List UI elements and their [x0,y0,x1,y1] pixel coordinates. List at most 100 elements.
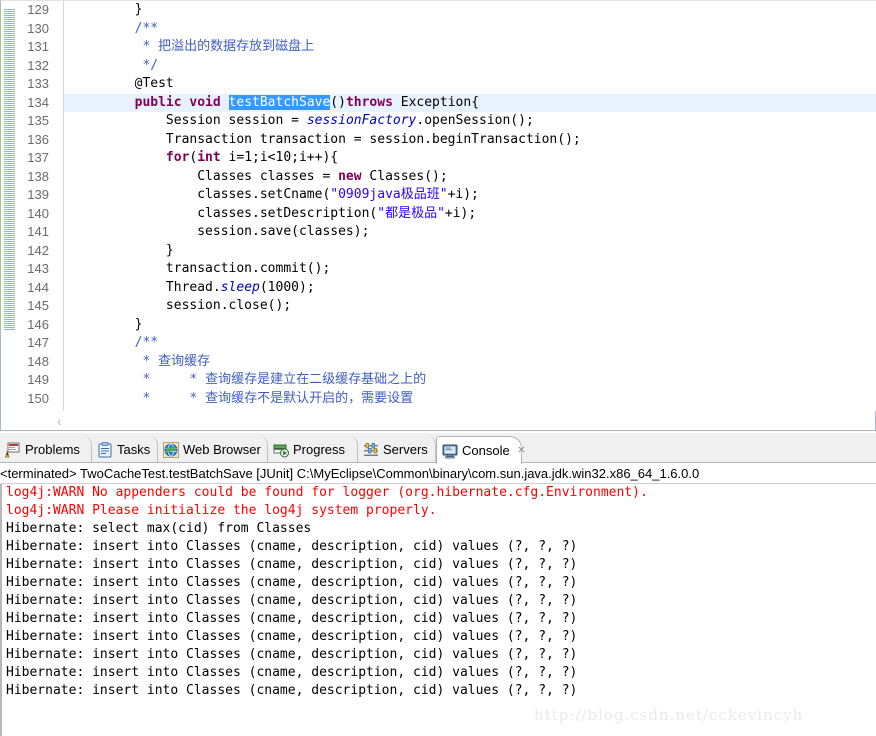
code-token-plain: i=1;i<10;i++){ [220,150,339,165]
code-token-plain: Classes classes = [72,168,339,184]
console-line: Hibernate: insert into Classes (cname, d… [6,683,578,698]
line-number: 141 [27,224,49,239]
code-line[interactable]: } [64,1,876,20]
tab-web-browser[interactable]: Web Browser [158,436,268,463]
code-line[interactable]: */ [64,57,876,76]
code-token-plain: } [72,242,174,258]
code-line[interactable]: public void testBatchSave()throws Except… [64,93,876,112]
code-line[interactable]: * * 查询缓存不是默认开启的，需要设置 [64,390,876,409]
code-token-plain: +i); [444,205,477,221]
code-token-cmt: * [72,353,159,369]
code-token-plain: classes.setDescription( [72,205,378,221]
web-browser-icon [163,441,179,458]
code-token-plain: () [330,94,346,110]
code-line[interactable]: Classes classes = new Classes(); [64,168,876,187]
console-line: Hibernate: insert into Classes (cname, d… [6,647,578,662]
chevron-left-icon[interactable]: ‹ [57,413,62,429]
line-number: 133 [27,76,49,91]
code-line[interactable]: Thread.sleep(1000); [64,279,876,298]
line-number: 149 [27,372,49,387]
tab-label: Progress [293,441,346,457]
code-token-cmt: 查询缓存是建立在二级缓存基础之上的 [205,372,427,387]
line-number: 147 [27,335,49,350]
line-number: 148 [27,353,49,369]
tab-servers[interactable]: Servers [358,436,436,463]
line-number-ruler[interactable]: 129 130 131 132 133 134 135 136 137 138 139 140 141 1… [15,1,64,413]
code-line[interactable]: Transaction transaction = session.beginT… [64,131,876,150]
code-line[interactable]: transaction.commit(); [64,260,876,279]
changed-lines-indicator [4,8,15,330]
code-line[interactable]: } [64,316,876,335]
code-token-cmt: /** [72,335,159,350]
tab-label: Servers [383,441,428,457]
code-token-cmt: 查询缓存 [158,353,211,369]
code-line[interactable]: session.save(classes); [64,223,876,242]
editor-horizontal-scrollbar[interactable]: ‹ [0,411,876,431]
code-token-plain: classes.setCname( [72,187,331,202]
line-number: 132 [27,57,49,73]
console-error-line: log4j:WARN No appenders could be found f… [6,485,648,500]
code-token-str: "0909java极品班" [330,187,448,202]
line-number: 137 [27,150,49,165]
code-token-plain: (1000); [259,279,315,295]
console-line: Hibernate: insert into Classes (cname, d… [6,629,578,644]
console-line: Hibernate: insert into Classes (cname, d… [6,539,578,554]
console-line: Hibernate: insert into Classes (cname, d… [6,593,578,608]
console-line: Hibernate: insert into Classes (cname, d… [6,557,578,572]
line-number: 136 [27,131,49,147]
code-token-cmt: 查询缓存不是默认开启的，需要设置 [205,390,414,406]
code-line[interactable]: * * 查询缓存是建立在二级缓存基础之上的 [64,371,876,390]
code-token-plain: Thread. [72,279,221,295]
code-token-plain: Transaction transaction = session.beginT… [72,131,581,147]
code-token-kw: for [72,150,190,165]
code-token-cmt: */ [72,57,159,73]
code-line[interactable]: session.close(); [64,297,876,316]
code-line[interactable]: Session session = sessionFactory.openSes… [64,112,876,131]
code-token-cmt: * * [72,372,206,387]
console-line: Hibernate: insert into Classes (cname, d… [6,665,578,680]
code-token-plain: } [72,2,143,17]
code-token-kw: public void [72,94,229,110]
code-token-cmt: /** [72,20,159,36]
code-line[interactable]: classes.setDescription("都是极品"+i); [64,205,876,224]
tab-problems[interactable]: Problems [0,436,92,463]
code-token-plain: } [72,316,143,332]
tasks-icon [97,441,113,458]
code-token-cmt: * [72,39,159,54]
code-token-sel: testBatchSave [228,94,331,110]
code-token-kw: new [338,168,362,184]
tab-label: Tasks [117,441,151,457]
code-token-fld: sleep [220,279,260,295]
tab-tasks[interactable]: Tasks [92,436,158,463]
console-line: Hibernate: select max(cid) from Classes [6,521,312,536]
progress-icon [273,442,289,458]
tab-console[interactable]: Console ⨯ [436,436,526,464]
code-line[interactable]: /** [64,334,876,353]
code-line[interactable]: * 把溢出的数据存放到磁盘上 [64,38,876,57]
watermark-text: http://blog.csdn.net/cckevincyh [534,706,804,724]
console-launch-label: <terminated> TwoCacheTest.testBatchSave … [0,463,876,484]
line-number: 143 [27,261,49,276]
line-number: 130 [27,20,49,36]
close-icon[interactable]: ⨯ [517,445,526,456]
code-token-str: "都是极品" [377,205,445,221]
tab-progress[interactable]: Progress [268,436,358,463]
problems-icon [4,442,21,458]
code-token-plain: transaction.commit(); [72,261,331,276]
code-line[interactable]: for(int i=1;i<10;i++){ [64,149,876,168]
console-line: Hibernate: insert into Classes (cname, d… [6,611,578,626]
tab-label: Console [462,442,510,458]
line-number: 146 [27,316,49,332]
line-number: 131 [27,39,49,54]
console-error-line: log4j:WARN Please initialize the log4j s… [6,503,437,518]
code-token-plain: session.save(classes); [72,224,370,239]
code-line[interactable]: /** [64,20,876,39]
code-line[interactable]: * 查询缓存 [64,353,876,372]
source-code-text[interactable]: } /** * 把溢出的数据存放到磁盘上 */ @Test public voi… [64,1,876,413]
code-token-plain: +i); [447,187,479,202]
line-number: 144 [27,279,49,295]
code-line[interactable]: @Test [64,75,876,94]
code-line[interactable]: classes.setCname("0909java极品班"+i); [64,186,876,205]
console-output[interactable]: log4j:WARN No appenders could be found f… [0,484,876,736]
code-line[interactable]: } [64,242,876,261]
